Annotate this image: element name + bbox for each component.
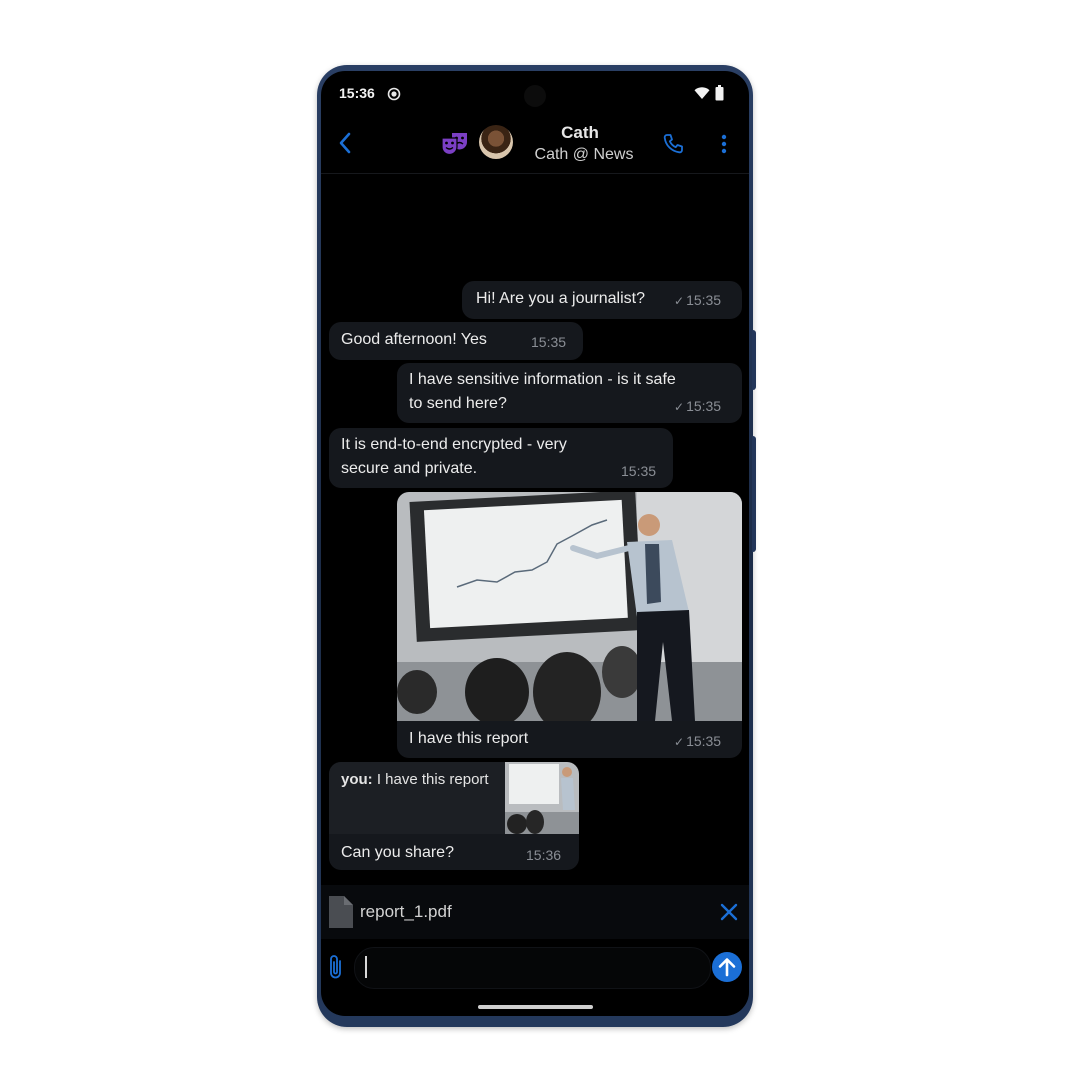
message-time: 15:35: [686, 733, 722, 749]
message-text-line: to send here?: [409, 395, 507, 412]
status-time: 15:36: [339, 85, 375, 101]
contact-subtitle[interactable]: Cath @ News: [521, 146, 647, 164]
phone-icon[interactable]: [662, 133, 684, 155]
image-message-outgoing[interactable]: I have this report ✓ 15:35: [397, 492, 742, 758]
contact-avatar[interactable]: [479, 125, 513, 159]
chat-header: [321, 115, 749, 174]
message-bubble-incoming[interactable]: Good afternoon! Yes 15:35: [329, 322, 583, 360]
close-icon[interactable]: [720, 903, 738, 921]
attachment-file-name[interactable]: report_1.pdf: [360, 902, 452, 922]
back-arrow-icon[interactable]: [337, 131, 353, 155]
report-photo[interactable]: [397, 492, 742, 721]
message-time: 15:35: [621, 463, 657, 479]
send-button[interactable]: [712, 952, 742, 982]
paperclip-icon[interactable]: [327, 953, 345, 981]
phone-screen: 15:36 Cath Cath @ News Hi! Are you a jou…: [321, 71, 749, 1016]
quoted-message[interactable]: you: I have this report: [329, 762, 579, 834]
quote-text: I have this report: [376, 771, 489, 788]
sent-check-icon: ✓: [674, 735, 685, 749]
document-icon: [329, 896, 353, 928]
message-text-line: secure and private.: [341, 460, 478, 477]
message-time: 15:35: [686, 398, 722, 414]
message-text-line: I have sensitive information - is it saf…: [409, 371, 676, 388]
message-time: 15:36: [526, 847, 562, 863]
image-caption: I have this report: [409, 730, 529, 747]
contact-name[interactable]: Cath: [547, 123, 613, 143]
message-text: Hi! Are you a journalist?: [476, 290, 645, 307]
wifi-icon: [694, 87, 710, 99]
home-indicator[interactable]: [478, 1005, 593, 1009]
battery-icon: [715, 85, 724, 101]
presentation-photo: [397, 492, 742, 721]
message-bubble-incoming[interactable]: It is end-to-end encrypted - very secure…: [329, 428, 673, 488]
send-arrow-icon: [718, 958, 736, 977]
message-text: Good afternoon! Yes: [341, 331, 487, 348]
quote-thumbnail: [505, 762, 579, 834]
quote-author: you: [341, 771, 368, 788]
message-time: 15:35: [531, 334, 567, 350]
camera-cutout: [524, 85, 546, 107]
quote-separator: :: [367, 771, 373, 788]
message-bubble-outgoing[interactable]: Hi! Are you a journalist? ✓ 15:35: [462, 281, 742, 319]
message-bubble-outgoing[interactable]: I have sensitive information - is it saf…: [397, 363, 742, 423]
message-bubble-incoming-reply[interactable]: you: I have this report Can you share? 1…: [329, 762, 579, 870]
message-time: 15:35: [686, 292, 722, 308]
text-caret: [365, 956, 367, 978]
stage: 15:36 Cath Cath @ News Hi! Are you a jou…: [0, 0, 1080, 1080]
theater-masks-icon[interactable]: [440, 129, 470, 159]
message-input[interactable]: [354, 947, 711, 989]
sent-check-icon: ✓: [674, 400, 685, 414]
message-text: Can you share?: [341, 844, 454, 861]
volume-button: [752, 330, 756, 390]
more-vertical-icon[interactable]: [719, 133, 729, 155]
power-button: [752, 436, 756, 552]
screen-record-icon: [387, 87, 401, 101]
sent-check-icon: ✓: [674, 294, 685, 308]
message-text-line: It is end-to-end encrypted - very: [341, 436, 567, 453]
